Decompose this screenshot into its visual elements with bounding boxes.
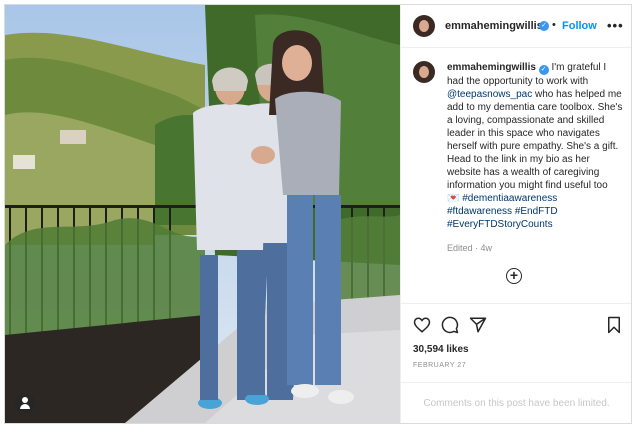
instagram-post: emmahemingwillis ✓ • Follow ••• emmahemi…: [4, 4, 632, 424]
hashtag-link[interactable]: #EveryFTDStoryCounts: [447, 219, 553, 230]
caption-text-2: who has helped me add to my dementia car…: [447, 89, 623, 191]
verified-badge-icon: ✓: [539, 21, 549, 31]
post-caption: emmahemingwillis ✓ I'm grateful I had th…: [447, 61, 625, 231]
post-photo-illustration: [5, 5, 400, 423]
heart-icon[interactable]: [413, 316, 431, 334]
follow-button[interactable]: Follow: [562, 20, 597, 32]
caption-avatar[interactable]: [413, 61, 435, 83]
user-tag-icon[interactable]: [15, 393, 35, 413]
love-letter-icon: 💌: [447, 193, 460, 204]
post-header: emmahemingwillis ✓ • Follow •••: [401, 5, 631, 48]
hashtag-link[interactable]: #ftdawareness: [447, 206, 512, 217]
like-count[interactable]: 30,594 likes: [413, 344, 469, 355]
post-side-panel: emmahemingwillis ✓ • Follow ••• emmahemi…: [400, 5, 631, 423]
comment-icon[interactable]: [441, 316, 459, 334]
header-separator: •: [552, 19, 556, 31]
paper-plane-icon[interactable]: [469, 316, 487, 334]
bookmark-icon[interactable]: [606, 316, 622, 334]
hashtag-link[interactable]: #EndFTD: [515, 206, 558, 217]
plus-circle-icon[interactable]: +: [506, 268, 522, 284]
verified-badge-icon: ✓: [538, 65, 549, 75]
comments-limited-notice: Comments on this post have been limited.: [401, 382, 631, 423]
post-date: FEBRUARY 27: [413, 362, 467, 369]
header-username[interactable]: emmahemingwillis: [445, 20, 543, 32]
post-actions: 30,594 likes FEBRUARY 27 Comments on thi…: [401, 303, 631, 423]
more-options-icon[interactable]: •••: [607, 18, 624, 33]
post-photo[interactable]: [5, 5, 400, 423]
caption-username[interactable]: emmahemingwillis: [447, 62, 536, 73]
avatar[interactable]: [413, 15, 435, 37]
hashtag-link[interactable]: #dementiaawareness: [462, 193, 557, 204]
edited-timestamp: Edited · 4w: [447, 243, 493, 253]
mention-link[interactable]: @teepasnows_pac: [447, 89, 532, 100]
